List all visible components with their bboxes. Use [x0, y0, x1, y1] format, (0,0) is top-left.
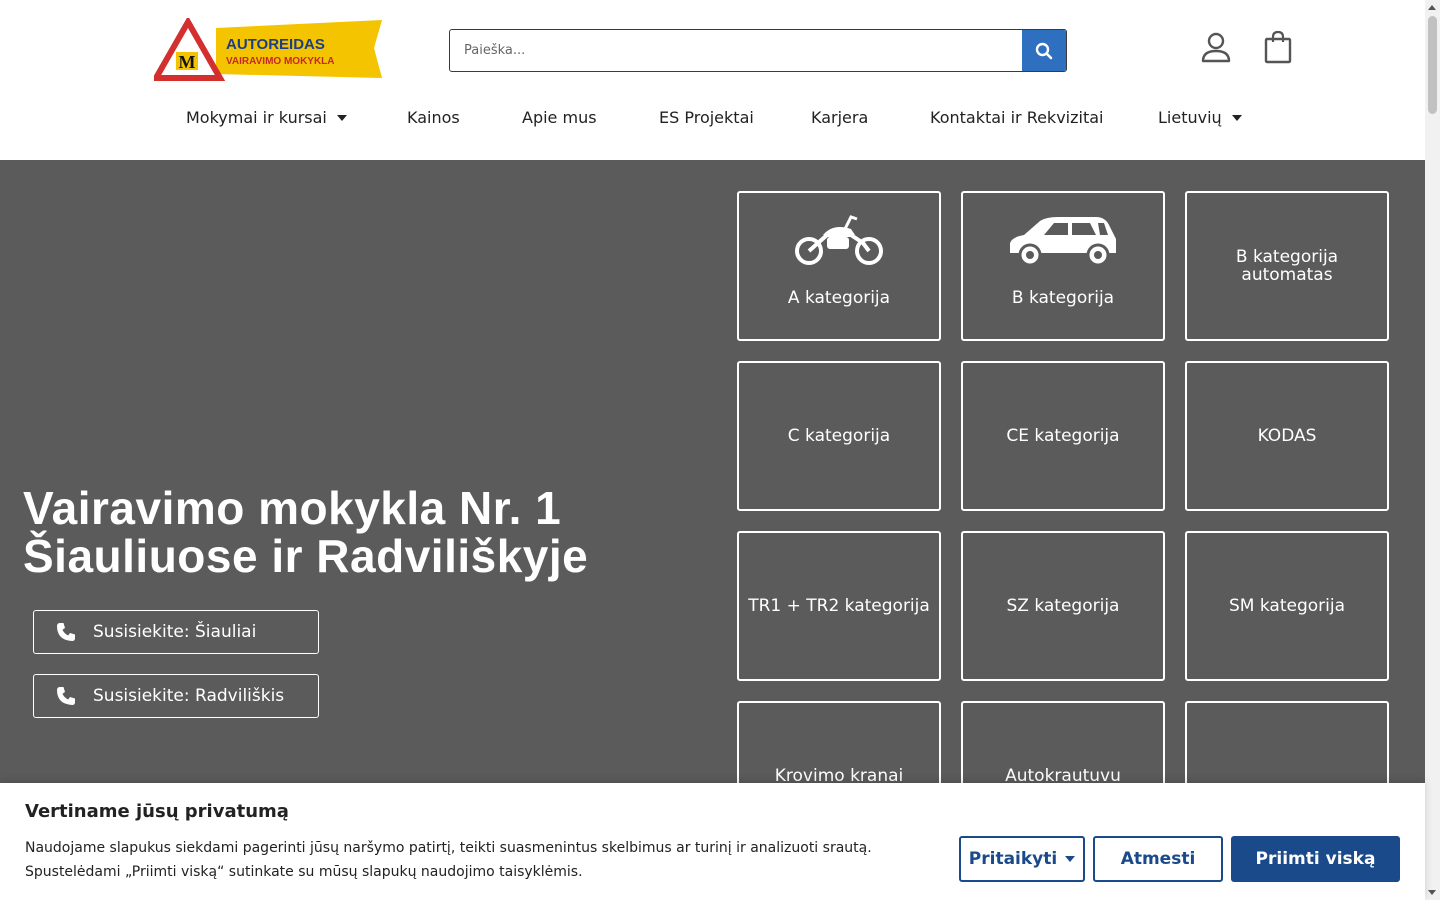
- tile-sm-kategorija[interactable]: SM kategorija: [1185, 531, 1389, 681]
- nav-item-es-projektai[interactable]: ES Projektai: [659, 108, 754, 127]
- search-input[interactable]: [450, 30, 1022, 71]
- tile-label: A kategorija: [787, 288, 891, 308]
- tile-label: B kategorija automatas: [1235, 247, 1339, 285]
- logo-graphic: M AUTOREIDAS VAIRAVIMO MOKYKLA: [150, 15, 382, 81]
- chevron-down-icon: [1231, 114, 1242, 121]
- tile-label: KODAS: [1257, 426, 1317, 446]
- cookie-text-line2: Spustelėdami „Priimti viską“ sutinkate s…: [25, 864, 583, 880]
- contact-radviliskis-label: Susisiekite: Radviliškis: [93, 686, 285, 706]
- tile-ce-kategorija[interactable]: CE kategorija: [961, 361, 1165, 511]
- nav-item-language[interactable]: Lietuvių: [1158, 108, 1242, 127]
- nav-item-label: Kontaktai ir Rekvizitai: [930, 108, 1104, 127]
- cookie-customize-label: Pritaikyti: [968, 849, 1058, 869]
- tile-label: CE kategorija: [1006, 426, 1120, 446]
- hero-title-line2: Šiauliuose ir Radviliškyje: [23, 530, 589, 582]
- tile-label: SZ kategorija: [1006, 596, 1120, 616]
- nav-item-kainos[interactable]: Kainos: [407, 108, 460, 127]
- cookie-reject-button[interactable]: Atmesti: [1093, 836, 1223, 882]
- site-logo[interactable]: M AUTOREIDAS VAIRAVIMO MOKYKLA: [150, 15, 384, 82]
- car-icon: [1006, 213, 1120, 271]
- account-button[interactable]: [1199, 30, 1233, 64]
- logo-emblem: M: [179, 52, 196, 72]
- nav-item-label: Kainos: [407, 108, 460, 127]
- cookie-banner: Vertiname jūsų privatumą Naudojame slapu…: [0, 783, 1425, 900]
- cookie-reject-label: Atmesti: [1120, 849, 1196, 869]
- chevron-down-icon: [1065, 856, 1076, 862]
- nav-item-label: ES Projektai: [659, 108, 754, 127]
- user-icon: [1201, 32, 1231, 63]
- cookie-customize-button[interactable]: Pritaikyti: [959, 836, 1085, 882]
- search-bar: [449, 29, 1067, 72]
- nav-item-label: Lietuvių: [1158, 108, 1222, 127]
- shopping-bag-icon: [1264, 30, 1292, 64]
- contact-radviliskis-button[interactable]: Susisiekite: Radviliškis: [33, 674, 319, 718]
- main-nav: Mokymai ir kursai Kainos Apie mus ES Pro…: [0, 100, 1425, 140]
- cookie-text: Naudojame slapukus siekdami pagerinti jū…: [25, 836, 925, 884]
- tile-label: C kategorija: [787, 426, 891, 446]
- scroll-down-arrow[interactable]: [1428, 890, 1436, 895]
- cookie-accept-label: Priimti viską: [1255, 849, 1376, 869]
- nav-item-label: Mokymai ir kursai: [186, 108, 327, 127]
- contact-siauliai-label: Susisiekite: Šiauliai: [93, 622, 257, 642]
- tile-label: TR1 + TR2 kategorija: [748, 596, 930, 616]
- tile-kodas[interactable]: KODAS: [1185, 361, 1389, 511]
- tile-b-kategorija[interactable]: B kategorija: [961, 191, 1165, 341]
- cart-button[interactable]: [1263, 30, 1293, 64]
- motorcycle-icon: [793, 213, 885, 271]
- page-scrollbar[interactable]: [1425, 0, 1440, 900]
- cookie-accept-button[interactable]: Priimti viską: [1231, 836, 1400, 882]
- logo-tagline: VAIRAVIMO MOKYKLA: [226, 56, 335, 67]
- tile-b-automatas[interactable]: B kategorija automatas: [1185, 191, 1389, 341]
- phone-icon: [55, 621, 77, 643]
- tile-label: SM kategorija: [1229, 596, 1345, 616]
- hero-title: Vairavimo mokykla Nr. 1 Šiauliuose ir Ra…: [23, 484, 723, 580]
- logo-brand: AUTOREIDAS: [226, 36, 325, 53]
- scroll-up-arrow[interactable]: [1428, 5, 1436, 10]
- nav-item-kontaktai[interactable]: Kontaktai ir Rekvizitai: [930, 108, 1103, 127]
- hero-title-line1: Vairavimo mokykla Nr. 1: [23, 482, 562, 534]
- scroll-thumb[interactable]: [1428, 16, 1437, 114]
- nav-item-label: Karjera: [811, 108, 869, 127]
- tile-tr1-tr2-kategorija[interactable]: TR1 + TR2 kategorija: [737, 531, 941, 681]
- contact-siauliai-button[interactable]: Susisiekite: Šiauliai: [33, 610, 319, 654]
- nav-item-mokymai[interactable]: Mokymai ir kursai: [186, 108, 347, 127]
- phone-icon: [55, 685, 77, 707]
- tile-sz-kategorija[interactable]: SZ kategorija: [961, 531, 1165, 681]
- tile-a-kategorija[interactable]: A kategorija: [737, 191, 941, 341]
- search-icon: [1035, 42, 1053, 59]
- site-header: M AUTOREIDAS VAIRAVIMO MOKYKLA Mokymai: [0, 0, 1425, 160]
- cookie-text-line1: Naudojame slapukus siekdami pagerinti jū…: [25, 840, 872, 856]
- cookie-title: Vertiname jūsų privatumą: [25, 801, 289, 822]
- nav-item-label: Apie mus: [522, 108, 597, 127]
- tile-label: B kategorija: [1011, 288, 1115, 308]
- search-button[interactable]: [1022, 30, 1066, 71]
- nav-item-karjera[interactable]: Karjera: [811, 108, 868, 127]
- nav-item-apie-mus[interactable]: Apie mus: [522, 108, 597, 127]
- tile-c-kategorija[interactable]: C kategorija: [737, 361, 941, 511]
- chevron-down-icon: [336, 114, 347, 121]
